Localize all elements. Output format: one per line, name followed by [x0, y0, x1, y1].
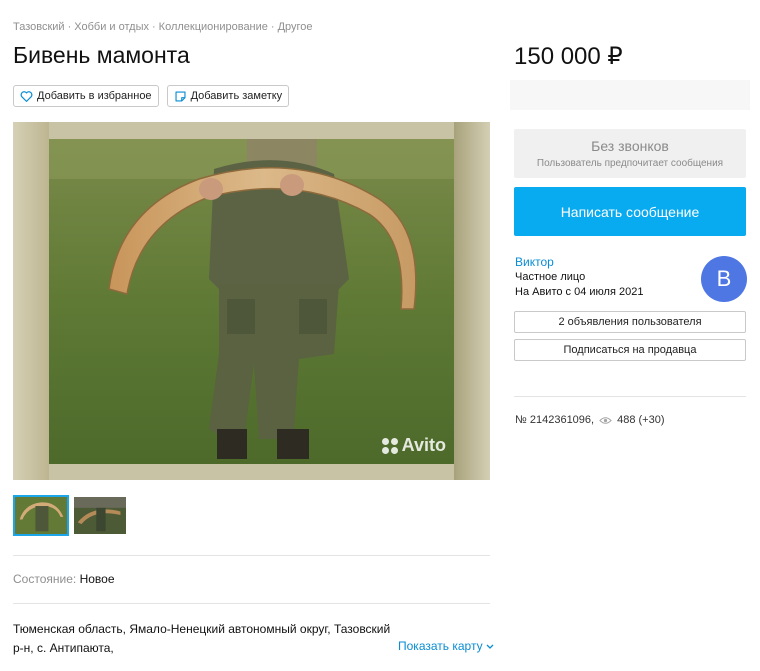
seller-since: На Авито с 04 июля 2021 — [515, 286, 644, 298]
item-number: № 2142361096, — [515, 414, 595, 426]
condition-value: Новое — [79, 572, 115, 586]
breadcrumb-item-region[interactable]: Тазовский — [13, 21, 65, 33]
note-icon — [175, 90, 186, 102]
listing-actions: Добавить в избранное Добавить заметку — [13, 85, 290, 107]
views-count: 488 (+30) — [617, 414, 665, 426]
address-line-1: Тюменская область, Ямало-Ненецкий автоно… — [13, 622, 391, 636]
address: Тюменская область, Ямало-Ненецкий автоно… — [13, 620, 393, 658]
thumbnail-2[interactable] — [72, 495, 128, 536]
condition-label: Состояние: — [13, 572, 77, 586]
avatar[interactable]: В — [701, 256, 747, 302]
add-note-button[interactable]: Добавить заметку — [166, 85, 290, 107]
add-note-label: Добавить заметку — [190, 90, 283, 102]
watermark-text: Avito — [401, 435, 446, 455]
show-map-link[interactable]: Показать карту — [398, 639, 494, 653]
listing-meta: № 2142361096, 488 (+30) — [515, 414, 665, 426]
breadcrumb-item-other[interactable]: Другое — [278, 21, 313, 33]
chevron-down-icon — [486, 644, 494, 649]
write-message-button[interactable]: Написать сообщение — [514, 187, 746, 236]
no-calls-notice: Без звонков Пользователь предпочитает со… — [514, 129, 746, 178]
heart-icon — [20, 90, 33, 102]
gallery-blur-left — [13, 122, 49, 480]
seller-listings-button[interactable]: 2 объявления пользователя — [514, 311, 746, 333]
thumbnail-image — [15, 497, 67, 534]
gallery-blur-right — [454, 122, 490, 480]
avito-watermark: Avito — [381, 435, 446, 456]
no-calls-title: Без звонков — [591, 138, 669, 154]
breadcrumb-item-hobby[interactable]: Хобби и отдых — [74, 21, 149, 33]
main-photo[interactable]: Avito — [49, 139, 454, 464]
no-calls-subtitle: Пользователь предпочитает сообщения — [536, 158, 724, 169]
breadcrumb: Тазовский · Хобби и отдых · Коллекционирован… — [13, 21, 313, 33]
page-title: Бивень мамонта — [13, 42, 190, 68]
breadcrumb-item-collecting[interactable]: Коллекционирование — [159, 21, 268, 33]
thumbnail-1[interactable] — [13, 495, 69, 536]
seller-type: Частное лицо — [515, 271, 586, 283]
thumbnail-image — [74, 497, 126, 534]
divider — [514, 396, 746, 397]
mammoth-tusk-photo — [49, 139, 454, 464]
price-blur-area — [510, 80, 750, 110]
subscribe-seller-button[interactable]: Подписаться на продавца — [514, 339, 746, 361]
add-favorite-label: Добавить в избранное — [37, 90, 152, 102]
photo-gallery[interactable]: Avito — [13, 122, 490, 480]
breadcrumb-separator: · — [151, 21, 156, 33]
avito-logo-icon — [381, 437, 398, 454]
address-line-2: р-н, с. Антипаюта, — [13, 641, 114, 655]
breadcrumb-separator: · — [67, 21, 72, 33]
eye-icon — [599, 416, 612, 424]
divider — [13, 603, 490, 604]
add-favorite-button[interactable]: Добавить в избранное — [13, 85, 159, 107]
divider — [13, 555, 490, 556]
thumbnail-strip — [13, 495, 128, 536]
seller-name-link[interactable]: Виктор — [515, 255, 554, 269]
show-map-label: Показать карту — [398, 639, 483, 653]
condition-row: Состояние: Новое — [13, 572, 115, 586]
price: 150 000 ₽ — [514, 43, 623, 70]
breadcrumb-separator: · — [270, 21, 275, 33]
